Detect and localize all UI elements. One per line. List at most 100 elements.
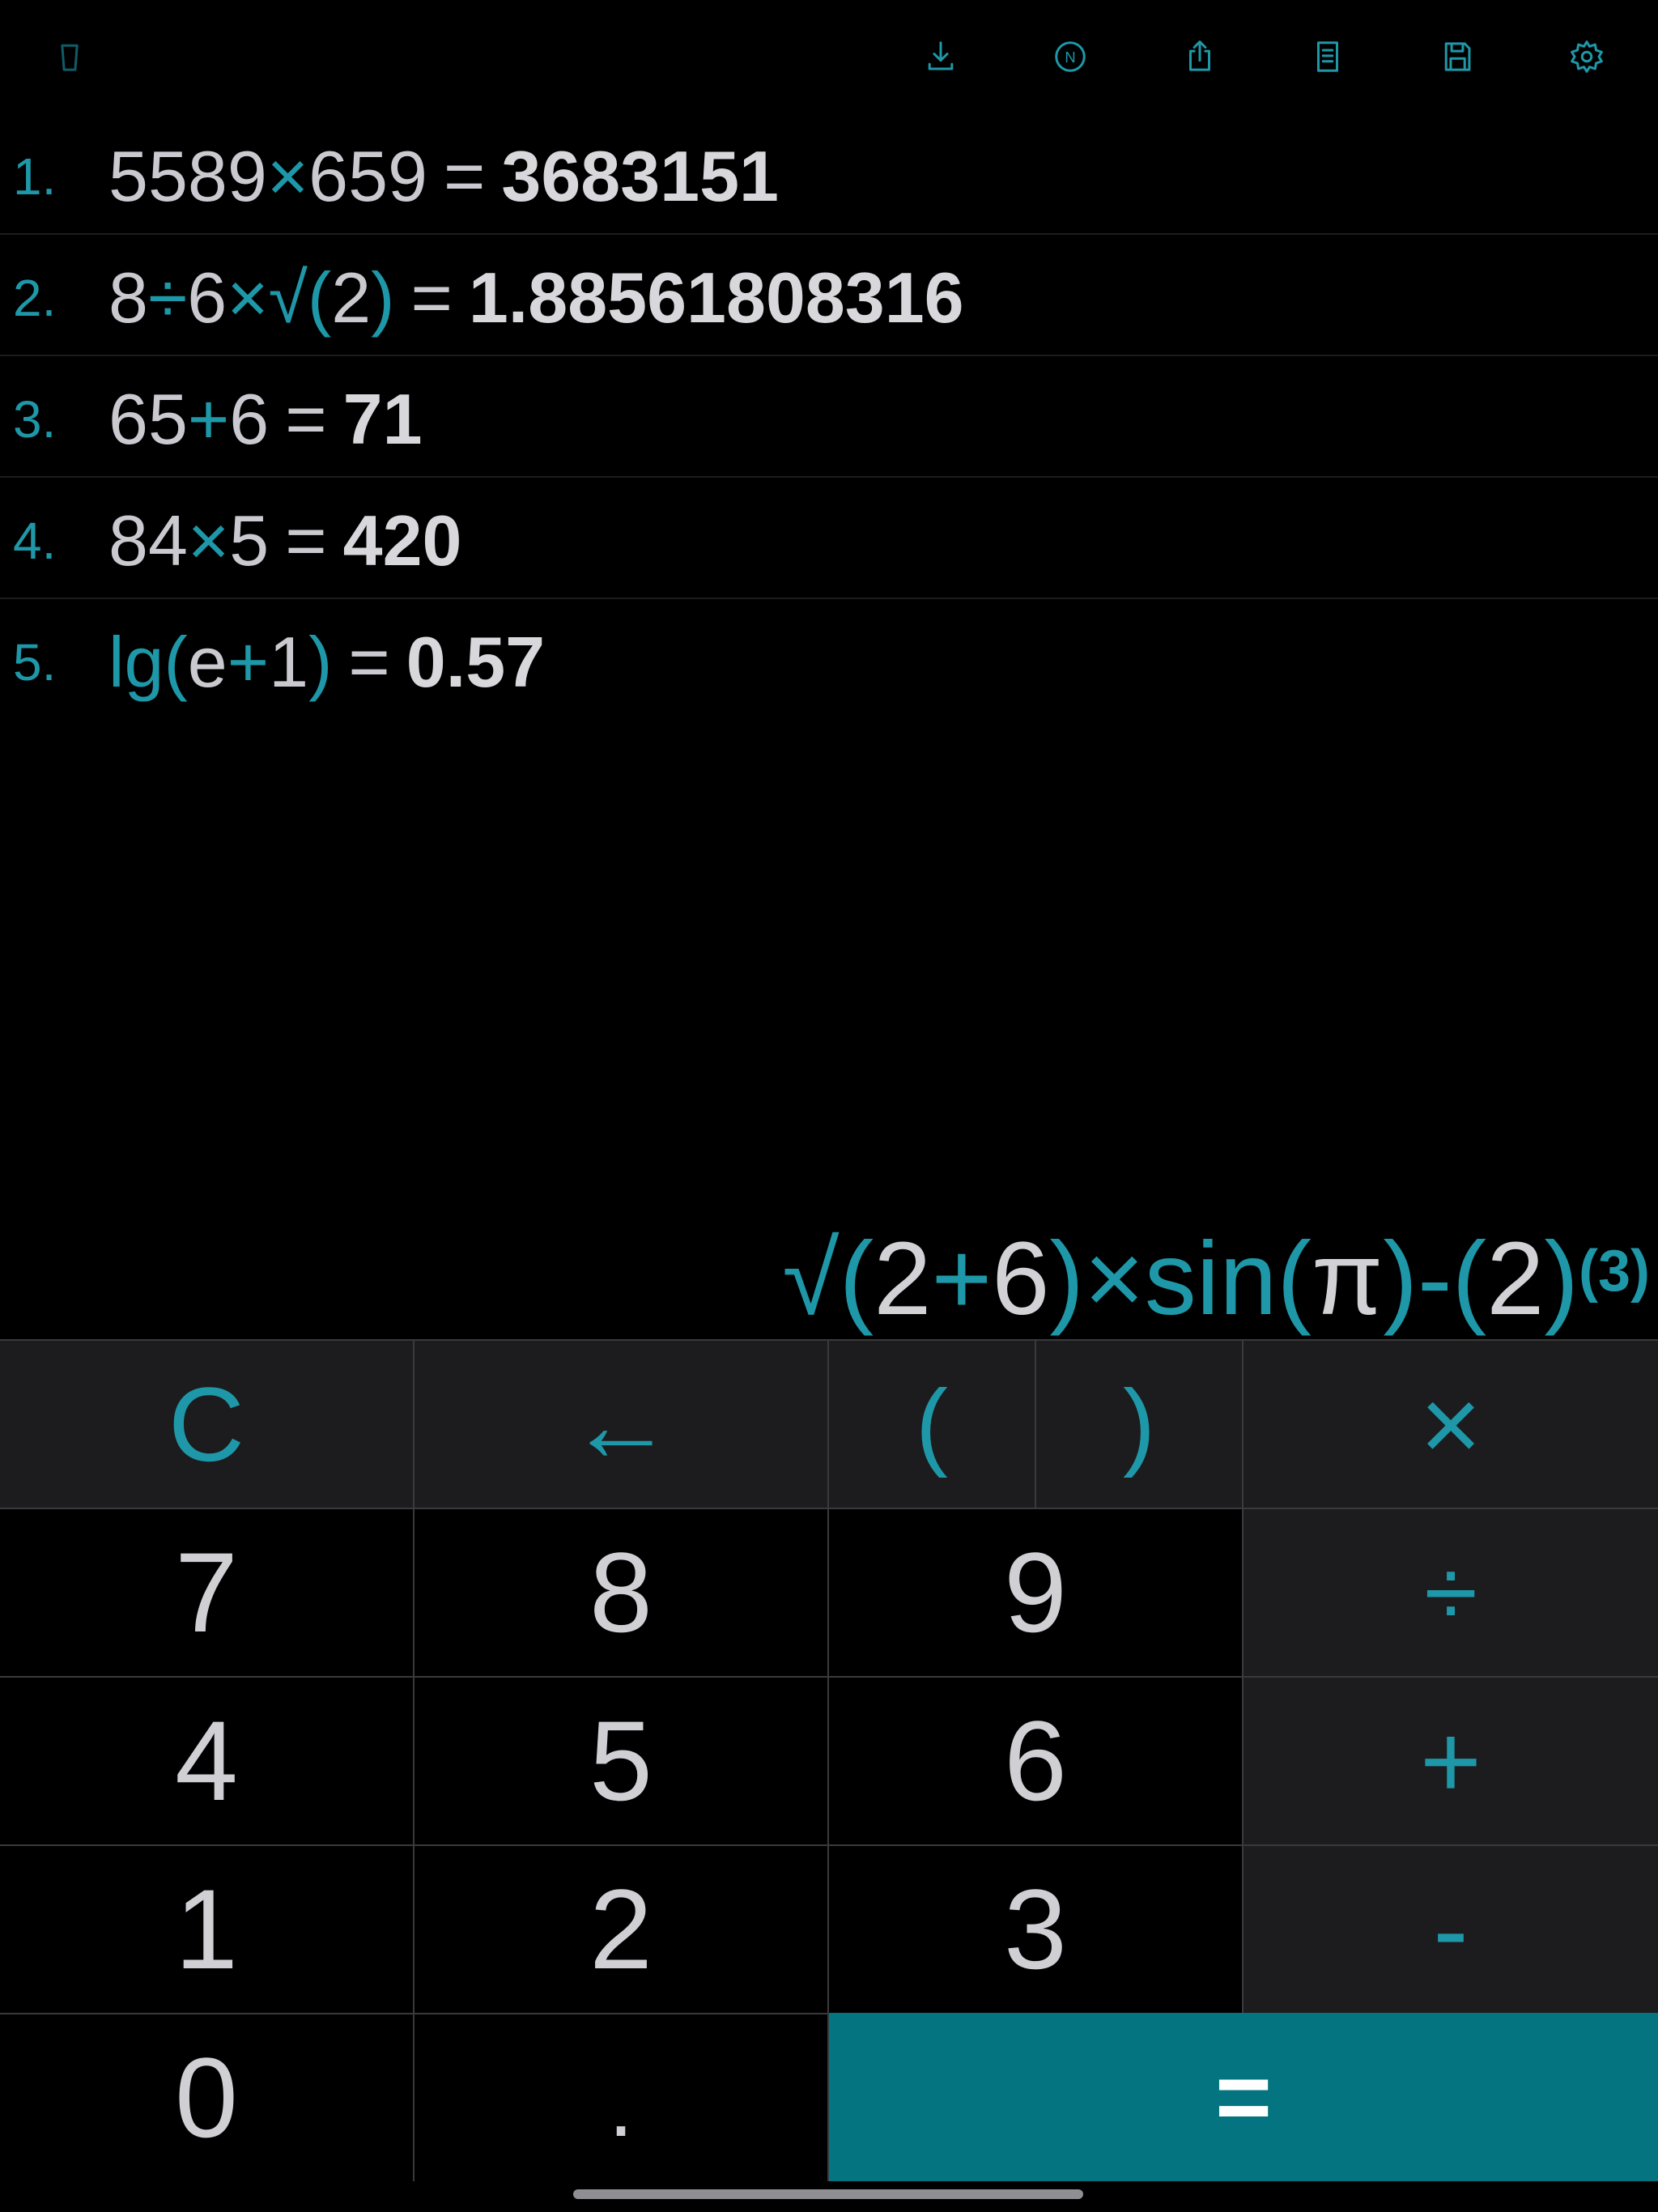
expression-token: lg(	[108, 622, 188, 702]
equals-button[interactable]: =	[829, 2013, 1658, 2181]
current-expression-token: )	[1544, 1221, 1579, 1337]
current-expression-token: √(	[782, 1221, 874, 1337]
history-expression: 65+6 = 71	[108, 379, 423, 460]
save-icon[interactable]	[1433, 32, 1482, 81]
current-expression-token: π	[1312, 1221, 1384, 1337]
equals-sign: =	[443, 136, 486, 216]
backspace-label: ←	[568, 1365, 674, 1483]
expression-token: 65	[108, 379, 188, 459]
digit-5-button[interactable]: 5	[414, 1676, 829, 1844]
expression-token: 84	[108, 500, 188, 581]
decimal-button[interactable]: .	[414, 2013, 829, 2181]
current-expression: √(2+6)×sin(π)-(2)(3)	[782, 1214, 1650, 1344]
digit-4-button[interactable]: 4	[0, 1676, 414, 1844]
home-indicator	[573, 2189, 1083, 2199]
divide-button[interactable]: ÷	[1244, 1508, 1658, 1676]
keypad: C ← ( ) × 7 8 9 ÷ 4 5 6 + 1 2 3 - 0 . =	[0, 1339, 1658, 2181]
history-row-number: 5.	[13, 633, 57, 691]
expression-token: 1	[269, 622, 309, 702]
history-row[interactable]: 1. 5589×659 = 3683151	[0, 113, 1658, 235]
expression-token: 5	[229, 500, 270, 581]
open-paren-label: (	[916, 1370, 948, 1478]
open-paren-button[interactable]: (	[829, 1339, 1036, 1508]
decimal-label: .	[608, 2056, 634, 2155]
history-row[interactable]: 5. lg(e+1) = 0.57	[0, 599, 1658, 721]
expression-token: 5589	[108, 136, 267, 216]
expression-token: +	[187, 379, 230, 459]
expression-token: 6	[229, 379, 270, 459]
download-icon[interactable]	[916, 32, 965, 81]
equals-label: =	[1214, 2043, 1273, 2151]
history-row-number: 1.	[13, 147, 57, 206]
expression-token: (	[307, 257, 332, 338]
history-result[interactable]: 1.88561808316	[469, 257, 964, 338]
digit-7-button[interactable]: 7	[0, 1508, 414, 1676]
digit-9-label: 9	[1004, 1529, 1067, 1656]
close-paren-label: )	[1123, 1370, 1155, 1478]
equals-sign: =	[348, 622, 390, 702]
digit-1-label: 1	[175, 1865, 238, 1993]
plus-label: +	[1420, 1702, 1482, 1820]
minus-button[interactable]: -	[1244, 1844, 1658, 2013]
gear-icon[interactable]	[1562, 32, 1611, 81]
expression-token: ÷	[147, 257, 188, 338]
expression-token: 2	[331, 257, 372, 338]
digit-8-button[interactable]: 8	[414, 1508, 829, 1676]
history-result[interactable]: 71	[343, 379, 423, 459]
number-format-icon[interactable]: N	[1046, 32, 1095, 81]
digit-4-label: 4	[175, 1697, 238, 1824]
current-expression-token: 6	[992, 1221, 1050, 1337]
current-expression-token: )×sin(	[1049, 1221, 1312, 1337]
digit-6-label: 6	[1004, 1697, 1067, 1824]
expression-token: )	[371, 257, 395, 338]
digit-3-button[interactable]: 3	[829, 1844, 1244, 2013]
digit-0-button[interactable]: 0	[0, 2013, 414, 2181]
history-row-number: 4.	[13, 512, 57, 570]
history-row[interactable]: 4. 84×5 = 420	[0, 478, 1658, 599]
expression-token: e	[187, 622, 227, 702]
toolbar: N	[0, 0, 1658, 113]
history-result[interactable]: 0.57	[406, 622, 545, 702]
digit-1-button[interactable]: 1	[0, 1844, 414, 2013]
history-row[interactable]: 2. 8÷6×√(2) = 1.88561808316	[0, 235, 1658, 356]
history-row-number: 3.	[13, 390, 57, 449]
current-expression-token: )-(	[1383, 1221, 1487, 1337]
equals-sign: =	[285, 379, 327, 459]
digit-8-label: 8	[589, 1529, 653, 1656]
history-result[interactable]: 420	[343, 500, 462, 581]
expression-token: 8	[108, 257, 148, 338]
digit-2-button[interactable]: 2	[414, 1844, 829, 2013]
divide-label: ÷	[1424, 1538, 1477, 1647]
digit-0-label: 0	[175, 2034, 238, 2161]
digit-2-label: 2	[589, 1865, 653, 1993]
multiply-button[interactable]: ×	[1244, 1339, 1658, 1508]
history-expression: 8÷6×√(2) = 1.88561808316	[108, 257, 964, 338]
notes-icon[interactable]	[1303, 32, 1352, 81]
digit-6-button[interactable]: 6	[829, 1676, 1244, 1844]
history-row[interactable]: 3. 65+6 = 71	[0, 356, 1658, 478]
share-icon[interactable]	[1175, 32, 1224, 81]
minus-label: -	[1433, 1870, 1469, 1989]
expression-token: ×	[227, 257, 269, 338]
clear-label: C	[168, 1365, 244, 1483]
digit-5-label: 5	[589, 1697, 653, 1824]
history-expression: 5589×659 = 3683151	[108, 136, 779, 217]
digit-7-label: 7	[175, 1529, 238, 1656]
plus-button[interactable]: +	[1244, 1676, 1658, 1844]
current-expression-token: 2	[874, 1221, 932, 1337]
expression-token: ×	[187, 500, 230, 581]
history-result[interactable]: 3683151	[501, 136, 779, 216]
backspace-button[interactable]: ←	[414, 1339, 829, 1508]
clear-button[interactable]: C	[0, 1339, 414, 1508]
history-list: 1. 5589×659 = 3683151 2. 8÷6×√(2) = 1.885618083…	[0, 113, 1658, 721]
close-paren-button[interactable]: )	[1036, 1339, 1244, 1508]
svg-text:N: N	[1065, 49, 1075, 66]
expression-token: )	[308, 622, 333, 702]
expression-token: 6	[187, 257, 227, 338]
digit-9-button[interactable]: 9	[829, 1508, 1244, 1676]
expression-token: 659	[308, 136, 427, 216]
history-expression: lg(e+1) = 0.57	[108, 622, 545, 703]
multiply-label: ×	[1420, 1365, 1482, 1483]
trash-icon[interactable]	[45, 32, 94, 81]
expression-token: ×	[266, 136, 309, 216]
